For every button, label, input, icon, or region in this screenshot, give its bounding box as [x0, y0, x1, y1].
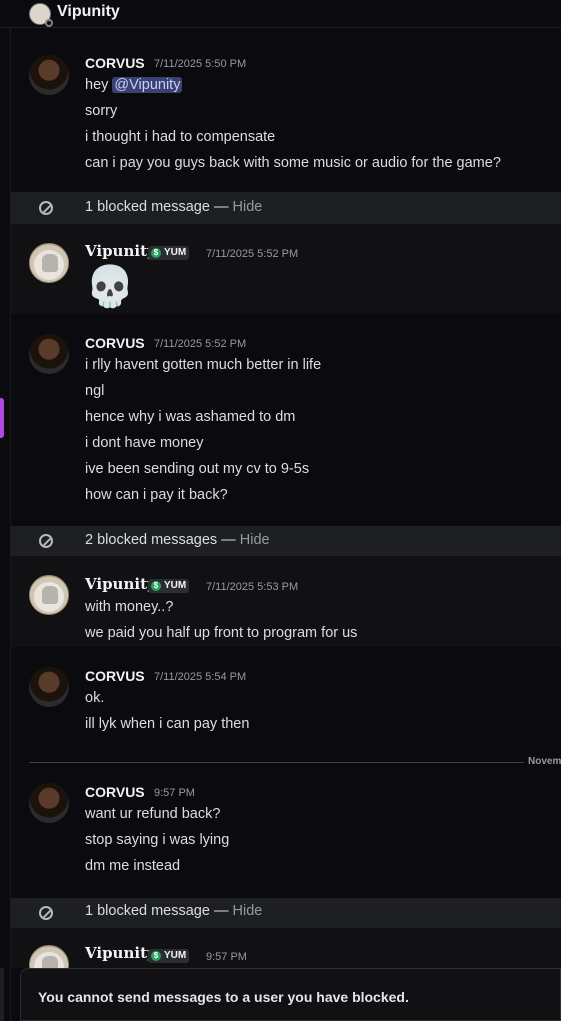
message-group[interactable]: Vipunity $ YUM 7/11/2025 5:52 PM 💀	[11, 224, 561, 314]
message-line: i rlly havent gotten much better in life	[85, 357, 322, 373]
channel-title[interactable]: Vipunity	[57, 3, 120, 21]
user-avatar-icon[interactable]	[29, 3, 53, 27]
timestamp: 7/11/2025 5:54 PM	[154, 671, 247, 683]
message-line: stop saying i was lying	[85, 832, 230, 848]
message-line: we paid you half up front to program for…	[85, 625, 358, 641]
blocked-messages-bar: 1 blocked message — Hide	[11, 192, 561, 224]
message-line: want ur refund back?	[85, 806, 221, 822]
timestamp: 9:57 PM	[154, 787, 195, 799]
avatar[interactable]	[29, 334, 69, 374]
hide-blocked-button[interactable]: Hide	[233, 199, 263, 215]
blocked-messages-bar: 2 blocked messages — Hide	[11, 526, 561, 556]
username[interactable]: Vipunity	[85, 575, 156, 593]
message-line: ive been sending out my cv to 9-5s	[85, 461, 310, 477]
timestamp: 7/11/2025 5:52 PM	[206, 248, 299, 260]
blocked-icon	[39, 534, 53, 548]
message-group[interactable]: Vipunity $ YUM 9:57 PM	[11, 928, 561, 985]
message-line: sorry	[85, 103, 118, 119]
guild-tag-badge[interactable]: $ YUM	[148, 246, 190, 260]
message-line: dm me instead	[85, 858, 181, 874]
message-line: i dont have money	[85, 435, 204, 451]
avatar[interactable]	[29, 575, 69, 615]
guild-tag-badge[interactable]: $ YUM	[148, 579, 190, 593]
username[interactable]: CORVUS	[85, 668, 145, 684]
timestamp: 9:57 PM	[206, 951, 247, 963]
timestamp: 7/11/2025 5:53 PM	[206, 581, 299, 593]
timestamp: 7/11/2025 5:50 PM	[154, 58, 247, 70]
message-line: with money..?	[85, 599, 174, 615]
blocked-icon	[39, 906, 53, 920]
guild-tag-icon: $	[151, 248, 161, 258]
message-line: how can i pay it back?	[85, 487, 228, 503]
guild-tag-icon: $	[151, 581, 161, 591]
message-group[interactable]: CORVUS 7/11/2025 5:50 PM hey @Vipunity s…	[11, 38, 561, 192]
composer-blocked-notice: You cannot send messages to a user you h…	[20, 968, 561, 1021]
blocked-notice-text: You cannot send messages to a user you h…	[38, 989, 409, 1005]
message-group[interactable]: Vipunity $ YUM 7/11/2025 5:53 PM with mon…	[11, 556, 561, 647]
date-divider	[29, 762, 524, 763]
guild-tag-icon: $	[151, 951, 161, 961]
message-line: i thought i had to compensate	[85, 129, 276, 145]
avatar[interactable]	[29, 243, 69, 283]
server-indicator	[0, 398, 4, 438]
blocked-label: 1 blocked message — Hide	[85, 903, 263, 919]
skull-emoji[interactable]: 💀	[85, 265, 135, 309]
guild-tag-badge[interactable]: $ YUM	[148, 949, 190, 963]
blocked-icon	[39, 201, 53, 215]
message-group[interactable]: CORVUS 9:57 PM want ur refund back? stop…	[11, 772, 561, 898]
date-divider-label: Novem	[528, 756, 561, 767]
timestamp: 7/11/2025 5:52 PM	[154, 338, 247, 350]
avatar[interactable]	[29, 667, 69, 707]
username[interactable]: Vipunity	[85, 242, 156, 260]
message-line: ngl	[85, 383, 105, 399]
message-line: can i pay you guys back with some music …	[85, 155, 501, 171]
user-mention[interactable]: @Vipunity	[112, 77, 183, 93]
message-line: hence why i was ashamed to dm	[85, 409, 296, 425]
message-group[interactable]: CORVUS 7/11/2025 5:52 PM i rlly havent g…	[11, 314, 561, 526]
avatar[interactable]	[29, 783, 69, 823]
blocked-messages-bar: 1 blocked message — Hide	[11, 898, 561, 928]
blocked-label: 2 blocked messages — Hide	[85, 532, 270, 548]
username[interactable]: CORVUS	[85, 55, 145, 71]
hide-blocked-button[interactable]: Hide	[233, 903, 263, 919]
hide-blocked-button[interactable]: Hide	[240, 532, 270, 548]
blocked-label: 1 blocked message — Hide	[85, 199, 263, 215]
message-line: ok.	[85, 690, 105, 706]
username[interactable]: Vipunity	[85, 944, 156, 962]
username[interactable]: CORVUS	[85, 335, 145, 351]
username[interactable]: CORVUS	[85, 784, 145, 800]
message-line: ill lyk when i can pay then	[85, 716, 250, 732]
avatar[interactable]	[29, 55, 69, 95]
message-line: hey @Vipunity	[85, 77, 183, 93]
message-group[interactable]: CORVUS 7/11/2025 5:54 PM ok. ill lyk whe…	[11, 647, 561, 755]
sidebar-footer-edge	[0, 968, 4, 1021]
channel-header: Vipunity	[0, 0, 561, 28]
